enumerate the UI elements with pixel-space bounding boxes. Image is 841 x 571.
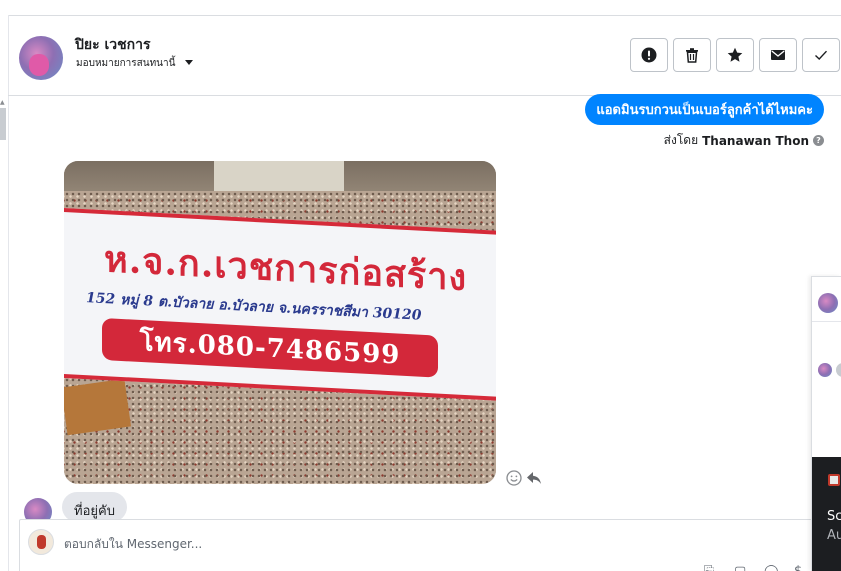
star-icon [727,47,743,62]
more-icon[interactable]: $ [794,564,810,571]
side-divider [812,321,841,322]
mark-spam-button[interactable] [630,38,668,72]
photo-wood-board [64,378,132,436]
saved-reply-icon[interactable]: ▢ [734,564,750,571]
app-icon [828,474,840,486]
exclamation-icon [641,47,657,63]
caret-down-icon[interactable] [185,60,193,65]
sign-phone-banner: โทร.080-7486599 [102,317,438,378]
mark-done-button[interactable] [802,38,840,72]
delete-button[interactable] [673,38,711,72]
trash-icon [686,48,698,63]
smiley-icon[interactable] [506,470,522,486]
received-message-bubble[interactable]: ที่อยู่คับ [62,492,127,522]
side-avatar-small[interactable] [818,363,832,377]
envelope-icon [771,50,785,60]
left-divider [8,15,9,571]
sent-by-line: ส่งโดย Thanawan Thon ? [664,131,824,150]
photo-sign: ห.จ.ก.เวชการก่อสร้าง 152 หมู่ 8 ต.บัวลาย… [64,208,496,401]
sign-phone: โทร.080-7486599 [139,326,401,371]
sent-message-bubble[interactable]: แอดมินรบกวนเป็นเบอร์ลูกค้าได้ไหมคะ [585,94,824,125]
contact-avatar[interactable] [19,36,63,80]
side-card-text-1: Sc [827,509,841,524]
sender-name[interactable]: Thanawan Thon [702,134,809,148]
side-card-text-2: Au [827,528,841,543]
conversation-header: ปิยะ เวชการ มอบหมายการสนทนานี้ [8,16,841,96]
checkmark-icon [815,50,828,60]
right-side-panel: Sc Au [811,276,841,571]
reply-icon[interactable] [526,470,542,486]
page-avatar [28,529,54,555]
question-icon[interactable]: ? [813,135,824,146]
scroll-up-arrow-icon[interactable]: ▲ [0,100,5,106]
side-avatar-small-2[interactable] [836,363,841,377]
sent-by-prefix: ส่งโดย [663,133,699,147]
reply-input[interactable]: ตอบกลับใน Messenger... [64,535,202,554]
contact-name[interactable]: ปิยะ เวชการ [75,34,151,56]
attachment-icon[interactable]: ⎘ [704,564,720,571]
scrollbar-thumb[interactable] [0,108,6,140]
reply-composer[interactable]: ตอบกลับใน Messenger... ⎘ ▢ ◯ $ [19,519,819,571]
star-button[interactable] [716,38,754,72]
side-avatar[interactable] [818,293,838,313]
composer-toolbar: ⎘ ▢ ◯ $ [704,564,810,571]
received-photo[interactable]: ห.จ.ก.เวชการก่อสร้าง 152 หมู่ 8 ต.บัวลาย… [64,161,496,484]
mark-unread-button[interactable] [759,38,797,72]
assign-conversation-label[interactable]: มอบหมายการสนทนานี้ [76,56,175,71]
emoji-icon[interactable]: ◯ [764,564,780,571]
